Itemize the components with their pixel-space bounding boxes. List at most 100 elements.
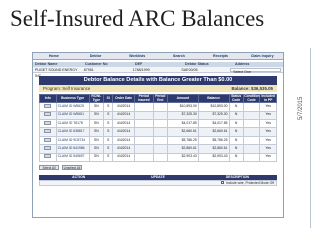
info-button[interactable] — [44, 129, 52, 134]
condition-code — [242, 118, 261, 129]
rcwl-type: SN — [88, 144, 104, 154]
balance: $2,860.61 — [197, 144, 230, 154]
period-end — [152, 102, 168, 112]
rcwl-type: SN — [88, 135, 104, 146]
menu-search[interactable]: Search — [158, 53, 200, 59]
rcwl-type: SN — [88, 127, 104, 137]
included-pp: Yes — [259, 135, 277, 146]
select-all-button[interactable]: Select All — [39, 164, 59, 170]
included-pp: Yes — [259, 127, 277, 137]
claim-id[interactable]: CLAIM ID 641986 — [55, 144, 90, 154]
period-insured — [133, 152, 154, 162]
period-end — [152, 144, 168, 154]
info-button-cell[interactable] — [39, 135, 57, 146]
action-cell — [40, 181, 118, 185]
include-wire-checkbox[interactable] — [221, 181, 225, 185]
period-insured — [133, 118, 154, 129]
amount: $7,325.30 — [166, 110, 199, 120]
period-end — [152, 118, 168, 129]
menu-claim-inquiry[interactable]: Claim Inquiry — [241, 53, 283, 59]
menu-home[interactable]: Home — [33, 53, 75, 59]
claim-id[interactable]: CLAIM ID W5625 — [55, 102, 90, 112]
info-button[interactable] — [44, 146, 52, 151]
si-value: S — [102, 110, 114, 120]
info-button[interactable] — [44, 137, 52, 142]
si-value: S — [102, 118, 114, 129]
info-button[interactable] — [44, 112, 52, 117]
table-row: CLAIM ID W5625 SN S 4/4/2014 $10,893.00 … — [39, 102, 277, 112]
claim-id[interactable]: CLAIM ID 9C8734 — [55, 135, 90, 146]
slide-date-container: 5/7/2015 — [298, 70, 308, 120]
menu-debtor[interactable]: Debtor — [75, 53, 117, 59]
address-select[interactable]: Select One — [230, 67, 281, 74]
col-order-date: Order Date — [112, 93, 135, 104]
info-button-cell[interactable] — [39, 110, 57, 120]
table-row: CLAIM ID 638817 SN S 4/4/2014 $2,660.61 … — [39, 127, 277, 137]
col-period-insured: Period Insured — [133, 93, 154, 104]
condition-code — [242, 135, 261, 146]
status-code: N — [228, 144, 244, 154]
claim-id[interactable]: CLAIM ID 545697 — [55, 152, 90, 162]
info-button-cell[interactable] — [39, 152, 57, 162]
include-wire-label: Include wire, Protected Mode Off — [226, 180, 274, 185]
info-button-cell[interactable] — [39, 102, 57, 112]
debtor-header-values: PUGET SOUND ENERGY INC 87951 1788/1999 S… — [33, 67, 283, 78]
included-pp: Yes — [259, 144, 277, 154]
condition-code — [242, 127, 261, 137]
info-button[interactable] — [44, 120, 52, 125]
table-row: CLAIM ID 545697 SN S 4/4/2014 $2,903.43 … — [39, 152, 277, 162]
status-code: N — [228, 152, 244, 162]
included-pp: Yes — [259, 102, 277, 112]
info-button-cell[interactable] — [39, 127, 57, 137]
period-end — [152, 152, 168, 162]
customer-no-value: 87951 — [83, 68, 94, 72]
si-value: S — [102, 127, 114, 137]
table-row: CLAIM ID T8178 SN S 4/4/2014 $4,017.85 $… — [39, 118, 277, 129]
col-amount: Amount — [166, 93, 199, 104]
table-row: CLAIM ID W5681 SN S 4/4/2014 $7,325.30 $… — [39, 110, 277, 120]
include-wire-option[interactable]: Include wire, Protected Mode Off — [196, 181, 276, 185]
slide-title: Self-Insured ARC Balances — [10, 6, 265, 31]
col-included-pp: Included in PP — [259, 93, 277, 104]
period-insured — [133, 144, 154, 154]
col-si: SI — [102, 93, 114, 104]
col-period-end: Period End — [152, 93, 168, 104]
col-balance: Balance — [197, 93, 230, 104]
selection-buttons: Select All Unselect All — [39, 164, 277, 171]
info-button[interactable] — [44, 104, 52, 109]
menu-receipts[interactable]: Receipts — [200, 53, 242, 59]
included-pp: Yes — [259, 118, 277, 129]
claim-id[interactable]: CLAIM ID T8178 — [55, 118, 90, 129]
update-col-label: UPDATE — [151, 174, 165, 179]
amount: $2,860.61 — [166, 144, 199, 154]
menu-worklists[interactable]: Worklists — [116, 53, 158, 59]
period-insured — [133, 135, 154, 146]
condition-code — [242, 102, 261, 112]
col-business-type: Business Type — [55, 93, 90, 104]
claim-id[interactable]: CLAIM ID W5681 — [55, 110, 90, 120]
info-button-cell[interactable] — [39, 144, 57, 154]
debtor-name-value: PUGET SOUND ENERGY INC — [35, 68, 78, 78]
period-insured — [133, 102, 154, 112]
order-date: 4/4/2014 — [112, 152, 135, 162]
amount: $5,786.25 — [166, 135, 199, 146]
claim-id[interactable]: CLAIM ID 638817 — [55, 127, 90, 137]
balance: $2,903.43 — [197, 152, 230, 162]
info-button[interactable] — [44, 154, 52, 159]
order-date: 4/4/2014 — [112, 102, 135, 112]
status-code: N — [228, 127, 244, 137]
period-insured — [133, 110, 154, 120]
unselect-all-button[interactable]: Unselect All — [62, 164, 82, 170]
program-label: Program: Self Insurance — [43, 86, 91, 91]
info-button-cell[interactable] — [39, 118, 57, 129]
debtor-status-value: SAE00/05 — [181, 68, 198, 72]
col-status-code: Status Code — [228, 93, 244, 104]
balance: $5,786.25 — [197, 135, 230, 146]
slide-date: 5/7/2015 — [298, 96, 304, 120]
period-end — [152, 127, 168, 137]
rcwl-type: SN — [88, 102, 104, 112]
status-code: N — [228, 102, 244, 112]
amount: $4,017.85 — [166, 118, 199, 129]
col-rcwl-type: RCWL Type — [88, 93, 104, 104]
period-end — [152, 110, 168, 120]
